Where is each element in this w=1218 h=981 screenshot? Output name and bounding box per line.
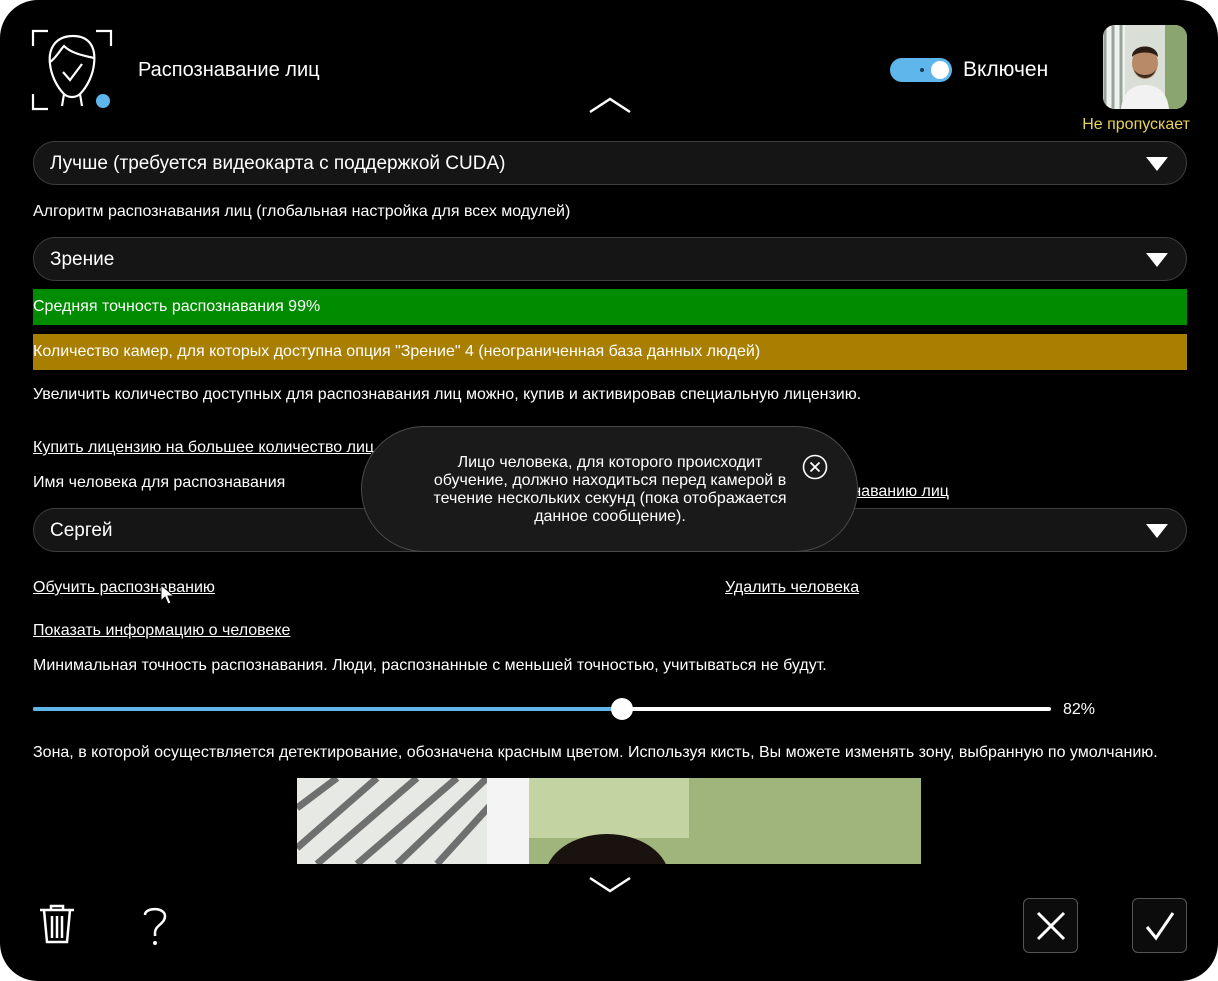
buy-license-link[interactable]: Купить лицензию на большее количество ли…	[33, 438, 374, 458]
camera-preview[interactable]	[297, 778, 921, 864]
chevron-down-icon	[1146, 253, 1168, 267]
enable-toggle[interactable]	[890, 58, 952, 82]
collapse-up-icon[interactable]	[588, 96, 632, 114]
settings-window: Распознавание лиц Включен Не пропускает …	[0, 0, 1218, 981]
algorithm-select[interactable]: Зрение	[33, 237, 1187, 281]
min-accuracy-label: Минимальная точность распознавания. Люди…	[33, 657, 827, 674]
license-note: Увеличить количество доступных для распо…	[33, 386, 862, 403]
question-icon[interactable]	[128, 898, 182, 952]
confirm-button[interactable]	[1132, 898, 1187, 953]
check-icon	[1145, 912, 1175, 941]
person-label: Имя человека для распознавания	[33, 474, 286, 491]
show-info-link[interactable]: Показать информацию о человеке	[33, 621, 290, 641]
avatar[interactable]	[1103, 25, 1187, 109]
algorithm-label: Алгоритм распознавания лиц (глобальная н…	[33, 203, 571, 220]
close-circle-icon[interactable]	[802, 454, 828, 480]
right-link-partial[interactable]: знаванию лиц	[845, 482, 949, 502]
close-icon	[1036, 911, 1066, 941]
toggle-label: Включен	[963, 58, 1049, 81]
tooltip-text: Лицо человека, для которого происходит о…	[433, 454, 787, 525]
face-recognition-icon	[30, 28, 114, 112]
cameras-bar: Количество камер, для которых доступна о…	[33, 334, 1187, 370]
cancel-button[interactable]	[1023, 898, 1078, 953]
trash-icon[interactable]	[30, 898, 84, 952]
quality-select[interactable]: Лучше (требуется видеокарта с поддержкой…	[33, 141, 1187, 185]
access-status-text: Не пропускает	[1082, 116, 1190, 133]
zone-label: Зона, в которой осуществляется детектиро…	[33, 744, 1158, 761]
chevron-down-icon	[1146, 524, 1168, 538]
accuracy-slider-fill	[33, 707, 622, 711]
accuracy-slider-value: 82%	[1063, 701, 1096, 718]
person-select-value: Сергей	[50, 520, 113, 541]
toggle-dot	[920, 68, 924, 72]
quality-select-value: Лучше (требуется видеокарта с поддержкой…	[50, 153, 506, 174]
accuracy-bar: Средняя точность распознавания 99%	[33, 289, 1187, 325]
expand-down-icon[interactable]	[588, 876, 632, 894]
train-link[interactable]: Обучить распознаванию	[33, 578, 215, 598]
algorithm-select-value: Зрение	[50, 249, 115, 270]
toggle-knob	[931, 61, 949, 79]
delete-person-link[interactable]: Удалить человека	[725, 578, 859, 598]
training-tooltip: Лицо человека, для которого происходит о…	[361, 426, 858, 552]
accuracy-slider-thumb[interactable]	[611, 698, 633, 720]
mouse-cursor-icon	[160, 583, 176, 611]
chevron-down-icon	[1146, 157, 1168, 171]
page-title: Распознавание лиц	[138, 59, 320, 81]
